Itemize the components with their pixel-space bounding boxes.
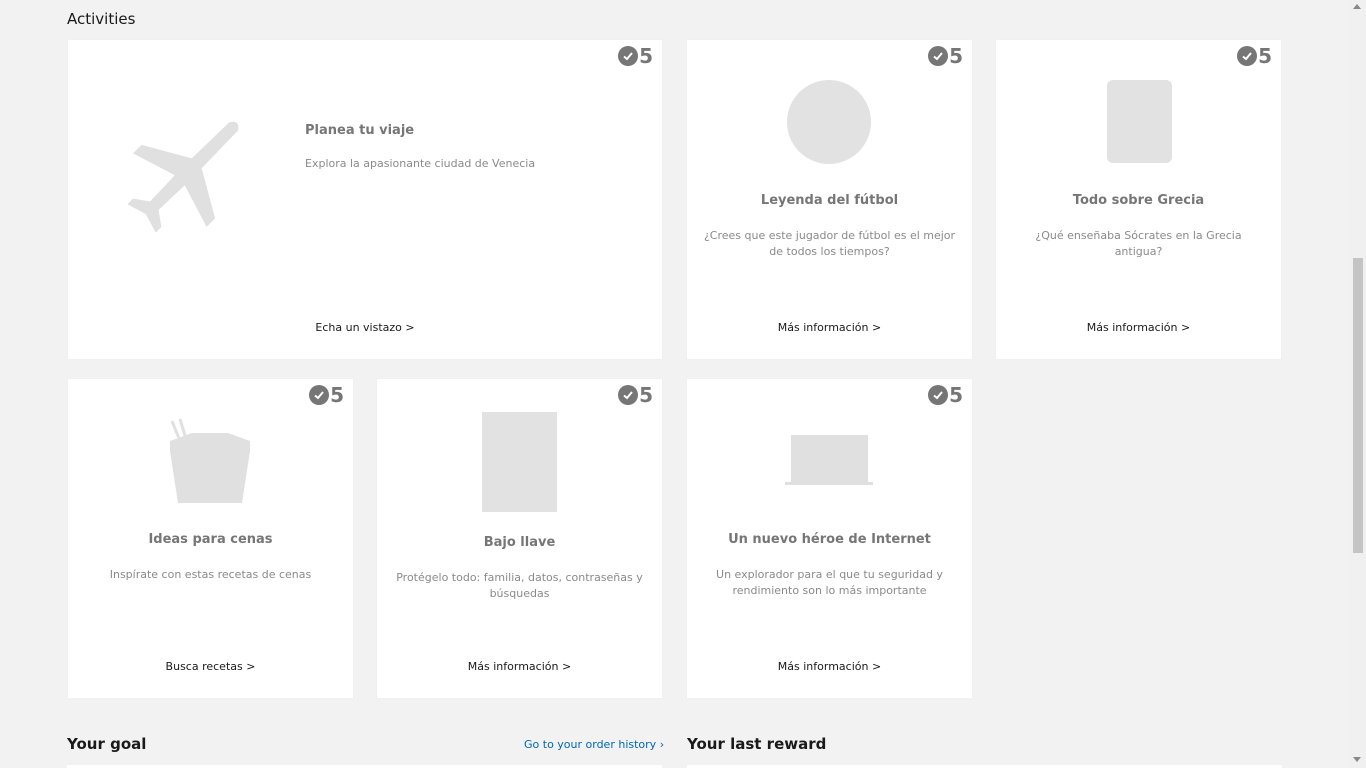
activities-heading: Activities [67,10,136,28]
card-link[interactable]: Busca recetas > [68,660,353,673]
chevron-right-icon: › [659,738,665,751]
order-history-link[interactable]: Go to your order history › [524,738,664,751]
card-description: Explora la apasionante ciudad de Venecia [305,157,536,170]
airplane-icon [127,121,239,233]
card-link[interactable]: Echa un vistazo > [68,321,662,334]
card-description: Inspírate con estas recetas de cenas [109,568,312,581]
your-goal-heading: Your goal [67,735,147,753]
card-title: Todo sobre Grecia [1072,193,1205,208]
activity-card-greece[interactable]: 5 Todo sobre Grecia ¿Qué enseñaba Sócrat… [996,40,1281,359]
points-badge: 5 [618,385,653,405]
card-title: Ideas para cenas [148,532,273,547]
card-link[interactable]: Más información > [687,660,972,673]
points-badge: 5 [1237,46,1272,66]
check-circle-icon [309,385,330,405]
activity-card-football[interactable]: 5 Leyenda del fútbol ¿Crees que este jug… [687,40,972,359]
card-link[interactable]: Más información > [996,321,1281,334]
card-link[interactable]: Más información > [377,660,662,673]
takeout-box-icon [170,418,250,503]
rect-placeholder-icon [482,412,557,512]
card-description: ¿Crees que este jugador de fútbol es el … [703,229,956,258]
scroll-down-arrow-icon[interactable] [1353,757,1361,762]
card-link[interactable]: Más información > [687,321,972,334]
activity-card-dinner[interactable]: 5 Ideas para cenas Inspírate con estas r… [68,379,353,698]
scroll-thumb[interactable] [1353,258,1363,553]
card-description: Protégelo todo: familia, datos, contrase… [396,571,643,600]
card-title: Un nuevo héroe de Internet [728,532,931,547]
scroll-up-arrow-icon[interactable] [1353,4,1361,9]
activity-card-travel[interactable]: 5 Planea tu viaje Explora la apasionante… [68,40,662,359]
rounded-rect-placeholder-icon [1107,80,1172,163]
card-description: ¿Qué enseñaba Sócrates en la Grecia anti… [1035,229,1242,258]
points-badge: 5 [928,46,963,66]
card-title: Leyenda del fútbol [760,193,899,208]
check-circle-icon [618,46,639,66]
check-circle-icon [618,385,639,405]
points-badge: 5 [309,385,344,405]
check-circle-icon [928,46,949,66]
activity-card-browser[interactable]: 5 Un nuevo héroe de Internet Un explorad… [687,379,972,698]
card-title: Bajo llave [483,535,556,550]
vertical-scrollbar[interactable] [1349,0,1366,768]
card-title: Planea tu viaje [305,123,415,138]
points-badge: 5 [928,385,963,405]
your-last-reward-heading: Your last reward [687,735,827,753]
check-circle-icon [1237,46,1258,66]
card-description: Un explorador para el que tu seguridad y… [716,568,943,597]
circle-placeholder-icon [787,80,871,164]
activity-card-lock[interactable]: 5 Bajo llave Protégelo todo: familia, da… [377,379,662,698]
check-circle-icon [928,385,949,405]
laptop-icon [785,435,873,485]
points-badge: 5 [618,46,653,66]
